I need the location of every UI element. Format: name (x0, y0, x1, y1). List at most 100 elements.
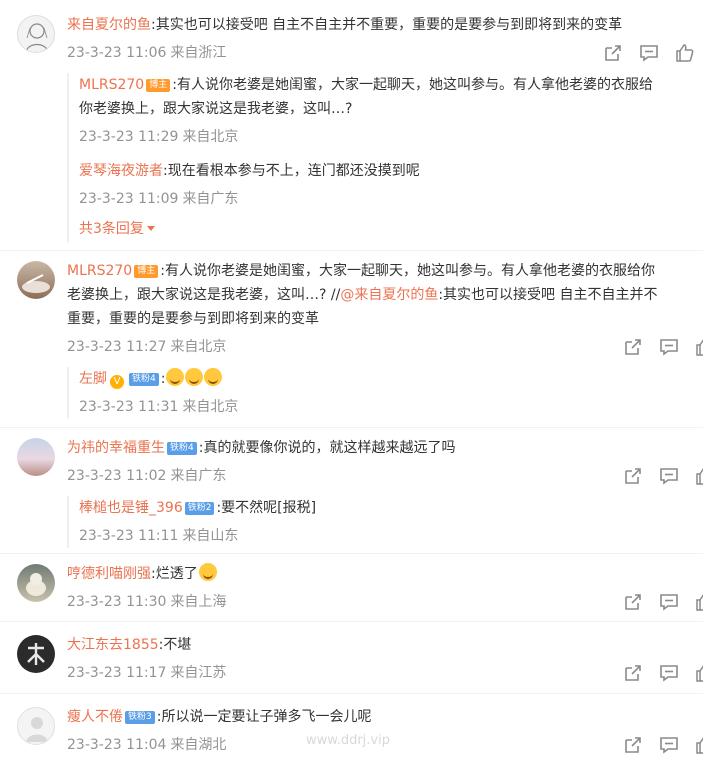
user-name[interactable]: MLRS270 (67, 263, 132, 279)
user-name[interactable]: MLRS270 (79, 77, 144, 93)
comment-meta: 23-3-23 11:06 来自浙江 (67, 41, 703, 65)
reply-text: 左脚 V 铁粉4: (79, 367, 699, 391)
comment-icon[interactable] (651, 590, 687, 614)
comment-text-line3: 重要，重要的是要参与到即将到来的变革 (67, 311, 319, 327)
comment-text: 为祎的幸福重生 铁粉4:真的就要像你说的，就这样越来越远了吗 (67, 440, 456, 456)
timestamp: 23-3-23 11:04 (67, 737, 167, 753)
smirk-emoji-icon (166, 368, 185, 386)
share-icon[interactable] (615, 464, 651, 488)
like-icon[interactable] (687, 590, 703, 614)
avatar[interactable] (17, 261, 55, 299)
comment-text: 大江东去1855:不堪 (67, 637, 192, 653)
user-name[interactable]: 棒槌也是锤_396 (79, 500, 183, 516)
comment-body: MLRS270 博主:有人说你老婆是她闺蜜，大家一起聊天，她这叫参与。有人拿他老婆… (67, 259, 703, 359)
avatar[interactable] (17, 635, 55, 673)
comment-icon[interactable] (651, 661, 687, 685)
watermark: www.ddrj.vip (306, 733, 390, 748)
reply-item: 左脚 V 铁粉4: 23-3-23 11:31 来自北京 (79, 367, 699, 419)
location: 来自北京 (182, 399, 239, 415)
action-bar (615, 590, 703, 614)
action-bar (615, 661, 703, 685)
like-icon[interactable] (687, 733, 703, 757)
avatar[interactable] (17, 564, 55, 602)
comment-text-line2: 老婆换上，跟大家说这是我老婆，这叫…? //@来自夏尔的鱼:其实也可以接受吧 自… (67, 287, 658, 303)
reply-list: 棒槌也是锤_396 铁粉2:要不然呢[报税] 23-3-23 11:11 来自山东 (67, 496, 703, 548)
reply-text: 棒槌也是锤_396 铁粉2:要不然呢[报税] (79, 500, 317, 516)
action-bar (595, 41, 703, 65)
reply-item: 棒槌也是锤_396 铁粉2:要不然呢[报税] 23-3-23 11:11 来自山东 (79, 496, 699, 548)
timestamp: 23-3-23 11:29 (79, 129, 179, 145)
timestamp: 23-3-23 11:09 (79, 191, 179, 207)
avatar[interactable] (17, 438, 55, 476)
divider (0, 621, 703, 622)
avatar[interactable] (17, 707, 55, 745)
fan-badge: 铁粉2 (184, 502, 215, 515)
like-icon[interactable] (667, 41, 703, 65)
user-name[interactable]: 瘦人不倦 (67, 709, 123, 725)
share-icon[interactable] (615, 335, 651, 359)
like-icon[interactable] (687, 335, 703, 359)
location: 来自上海 (170, 594, 227, 610)
chevron-down-icon (146, 226, 155, 231)
reply-meta: 23-3-23 11:11 来自山东 (79, 524, 699, 548)
location: 来自浙江 (170, 45, 227, 61)
user-name[interactable]: 爱琴海夜游者 (79, 163, 163, 179)
timestamp: 23-3-23 11:30 (67, 594, 167, 610)
reply-list: 左脚 V 铁粉4: 23-3-23 11:31 来自北京 (67, 367, 703, 419)
divider (0, 553, 703, 554)
comment-body: 瘦人不倦 铁粉3:所以说一定要让子弹多飞一会儿呢 23-3-23 11:04 来自湖… (67, 705, 703, 757)
reply-meta: 23-3-23 11:31 来自北京 (79, 395, 699, 419)
reply-list: MLRS270 博主:有人说你老婆是她闺蜜，大家一起聊天，她这叫参与。有人拿他老婆… (67, 73, 703, 243)
comment-body: 为祎的幸福重生 铁粉4:真的就要像你说的，就这样越来越远了吗 23-3-23 11… (67, 436, 703, 488)
comment-text: 瘦人不倦 铁粉3:所以说一定要让子弹多飞一会儿呢 (67, 709, 372, 725)
fan-badge: 铁粉4 (129, 373, 159, 386)
comment-text: MLRS270 博主:有人说你老婆是她闺蜜，大家一起聊天，她这叫参与。有人拿他老婆… (67, 263, 655, 279)
user-name[interactable]: 大江东去1855 (67, 637, 159, 653)
like-icon[interactable] (687, 464, 703, 488)
verified-icon: V (110, 375, 124, 389)
share-icon[interactable] (615, 661, 651, 685)
reply-text-line2: 你老婆换上，跟大家说这是我老婆，这叫…? (79, 101, 353, 117)
comment-body: 大江东去1855:不堪 23-3-23 11:17 来自江苏 (67, 633, 703, 685)
author-badge: 博主 (146, 79, 171, 92)
user-name[interactable]: 哼德利喵刚强 (67, 566, 151, 582)
location: 来自广东 (182, 191, 239, 207)
more-replies-link[interactable]: 共3条回复 (79, 217, 155, 241)
location: 来自山东 (182, 528, 239, 544)
user-name[interactable]: 为祎的幸福重生 (67, 440, 165, 456)
comment-meta: 23-3-23 11:17 来自江苏 (67, 661, 703, 685)
reply-item: 爱琴海夜游者:现在看根本参与不上，连门都还没摸到呢 23-3-23 11:09 来… (79, 159, 699, 211)
reply-text: MLRS270 博主:有人说你老婆是她闺蜜，大家一起聊天，她这叫参与。有人拿他老婆… (79, 77, 653, 93)
reply-text: 爱琴海夜游者:现在看根本参与不上，连门都还没摸到呢 (79, 163, 420, 179)
avatar[interactable] (17, 15, 55, 53)
timestamp: 23-3-23 11:06 (67, 45, 167, 61)
share-icon[interactable] (595, 41, 631, 65)
like-icon[interactable] (687, 661, 703, 685)
fan-badge: 铁粉3 (125, 711, 155, 724)
user-name[interactable]: 来自夏尔的鱼 (67, 17, 151, 33)
timestamp: 23-3-23 11:27 (67, 339, 167, 355)
comment-icon[interactable] (631, 41, 667, 65)
location: 来自北京 (170, 339, 227, 355)
comment-meta: 23-3-23 11:02 来自广东 (67, 464, 703, 488)
mention-link[interactable]: @来自夏尔的鱼 (340, 287, 438, 303)
share-icon[interactable] (615, 590, 651, 614)
location: 来自广东 (170, 468, 227, 484)
timestamp: 23-3-23 11:31 (79, 399, 179, 415)
share-icon[interactable] (615, 733, 651, 757)
reply-meta: 23-3-23 11:29 来自北京 (79, 125, 699, 149)
comment-body: 哼德利喵刚强:烂透了 23-3-23 11:30 来自上海 (67, 562, 703, 614)
divider (0, 427, 703, 428)
smirk-emoji-icon (204, 368, 223, 386)
comment-icon[interactable] (651, 733, 687, 757)
comment-meta: 23-3-23 11:30 来自上海 (67, 590, 703, 614)
comment-icon[interactable] (651, 335, 687, 359)
comment-meta: 23-3-23 11:27 来自北京 (67, 335, 703, 359)
laugh-emoji-icon (198, 563, 217, 581)
author-badge: 博主 (134, 265, 159, 278)
comment-text: 哼德利喵刚强:烂透了 (67, 562, 703, 586)
comment-icon[interactable] (651, 464, 687, 488)
action-bar (615, 733, 703, 757)
location: 来自江苏 (170, 665, 227, 681)
user-name[interactable]: 左脚 (79, 371, 107, 387)
